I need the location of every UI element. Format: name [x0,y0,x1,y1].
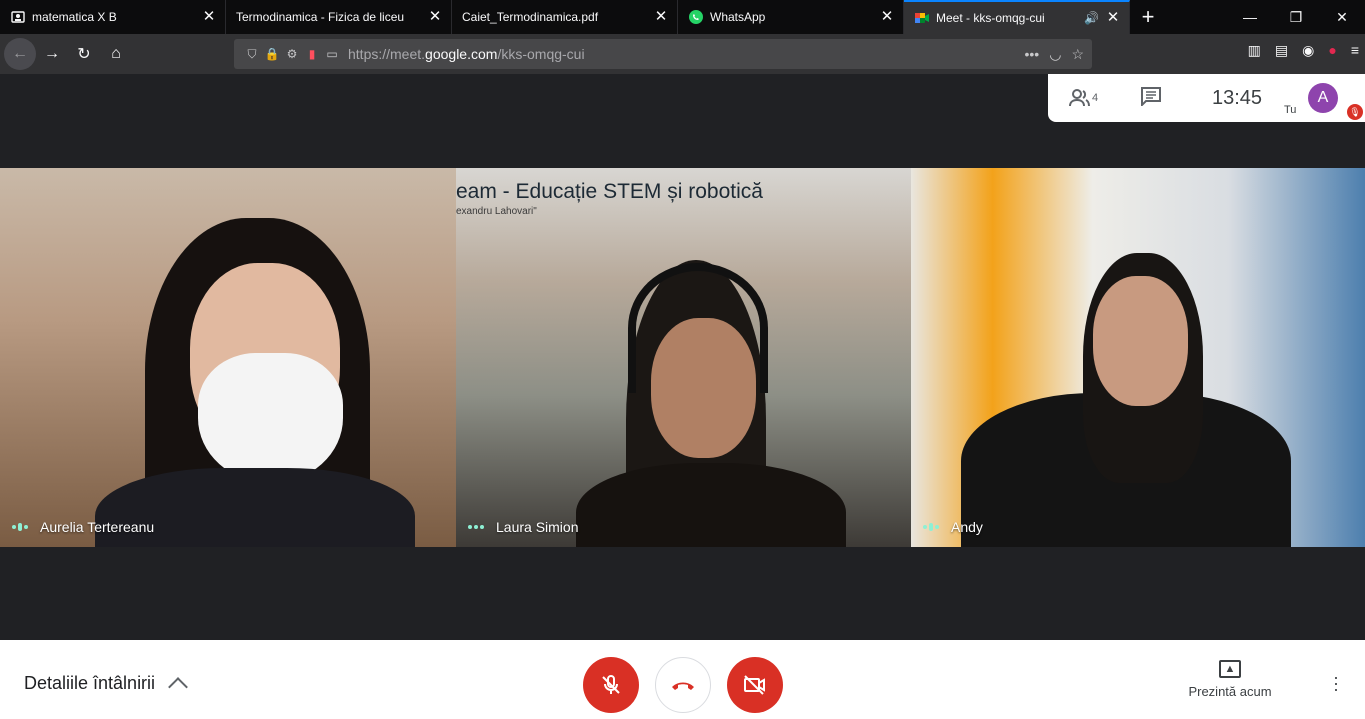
window-controls: — ❐ ✕ [1227,0,1365,34]
shield-icon[interactable]: ⛉ [242,47,262,62]
video-tile-laura[interactable]: eam - Educație STEM și robotică exandru … [456,168,911,547]
back-icon[interactable]: ← [4,38,36,70]
camera-blocked-icon[interactable]: ▭ [322,47,342,61]
speaking-indicator-icon [923,523,939,531]
tab-strip: matematica X B ✕ Termodinamica - Fizica … [0,0,1365,34]
speaking-indicator-icon [12,523,28,531]
lock-icon[interactable]: 🔒 [262,47,282,61]
background-banner-text: eam - Educație STEM și robotică [456,180,763,203]
minimize-icon[interactable]: — [1227,0,1273,34]
participants-count: 4 [1092,92,1099,104]
video-tile-aurelia[interactable]: Aurelia Tertereanu [0,168,456,547]
hang-up-icon [672,682,694,690]
close-icon[interactable]: ✕ [427,9,443,25]
page-actions-icon[interactable]: ••• [1025,46,1040,63]
new-tab-button[interactable]: + [1130,0,1166,34]
mic-off-icon: 🎙 [1347,104,1363,120]
tab-caiet-pdf[interactable]: Caiet_Termodinamica.pdf ✕ [452,0,678,34]
pocket-icon[interactable]: ◡ [1049,46,1061,63]
library-icon[interactable]: ▥ [1248,42,1261,59]
bookmark-star-icon[interactable]: ☆ [1071,46,1084,63]
menu-icon[interactable]: ≡ [1351,42,1359,59]
participant-body [576,463,846,547]
tab-whatsapp[interactable]: WhatsApp ✕ [678,0,904,34]
close-icon[interactable]: ✕ [879,9,895,25]
person-icon [10,9,26,25]
leave-call-button[interactable] [655,657,711,713]
participants-button[interactable]: 4 [1068,88,1108,108]
permissions-icon[interactable]: ⚙ [282,47,302,61]
tab-title: WhatsApp [710,10,766,24]
people-icon [1069,89,1090,107]
close-icon[interactable]: ✕ [1105,10,1121,26]
participant-name-label: Laura Simion [468,519,579,535]
meeting-info-box: 4 13:45 Tu A 🎙 [1048,74,1365,122]
extension-icon[interactable]: ● [1328,42,1336,59]
account-icon[interactable]: ◉ [1302,42,1314,59]
close-icon[interactable]: ✕ [653,9,669,25]
tab-title: matematica X B [32,10,117,24]
chevron-up-icon [168,676,188,697]
mic-off-icon [602,675,620,694]
face-mask [198,353,343,483]
url-bar[interactable]: ⛉ 🔒 ⚙ ▮ ▭ https://meet.google.com/kks-om… [234,39,1092,69]
tab-matematica[interactable]: matematica X B ✕ [0,0,226,34]
tab-meet[interactable]: Meet - kks-omqg-cui 🔊 ✕ [904,0,1130,34]
meeting-controls-bar: Detaliile întâlnirii ▲ Prezintă acum · · · [0,640,1365,719]
present-screen-icon: ▲ [1219,660,1241,678]
self-label: Tu [1284,104,1297,116]
tab-title: Termodinamica - Fizica de liceu [236,10,405,24]
meeting-details-label: Detaliile întâlnirii [24,673,156,693]
camera-toggle-button[interactable] [727,657,783,713]
meet-icon [914,10,930,26]
participant-name: Laura Simion [496,519,579,535]
mic-active-icon[interactable]: ▮ [302,47,322,61]
reload-icon[interactable]: ↻ [68,38,100,70]
participant-name: Andy [951,519,983,535]
close-icon[interactable]: ✕ [201,9,217,25]
whatsapp-icon [688,9,704,25]
more-options-icon[interactable]: · · · [1326,668,1346,698]
participant-name-label: Aurelia Tertereanu [12,519,154,535]
participant-name-label: Andy [923,519,983,535]
forward-icon[interactable]: → [36,38,68,70]
chat-icon [1141,86,1161,107]
meeting-details-button[interactable]: Detaliile întâlnirii [24,673,188,697]
restore-icon[interactable]: ❐ [1273,0,1319,34]
tab-title: Meet - kks-omqg-cui [936,11,1045,25]
avatar: A [1308,83,1338,113]
video-tile-andy[interactable]: Andy [911,168,1365,547]
chat-button[interactable] [1140,86,1180,111]
background-banner-subtext: exandru Lahovari" [456,206,537,217]
sidebar-icon[interactable]: ▤ [1275,42,1288,59]
present-now-label: Prezintă acum [1188,684,1272,699]
speaker-icon[interactable]: 🔊 [1084,11,1099,25]
self-view[interactable]: Tu A 🎙 [1282,74,1365,122]
url-text[interactable]: https://meet.google.com/kks-omqg-cui [348,46,585,62]
tab-termodinamica[interactable]: Termodinamica - Fizica de liceu ✕ [226,0,452,34]
participant-face [1093,276,1188,406]
present-now-button[interactable]: ▲ Prezintă acum [1180,660,1280,699]
video-grid: Aurelia Tertereanu eam - Educație STEM ș… [0,168,1365,547]
mic-toggle-button[interactable] [583,657,639,713]
headphones [628,263,768,393]
camera-off-icon [744,675,765,695]
nav-bar: ← → ↻ ⌂ ⛉ 🔒 ⚙ ▮ ▭ https://meet.google.co… [0,34,1365,74]
home-icon[interactable]: ⌂ [100,38,132,70]
meeting-clock: 13:45 [1212,86,1263,109]
participant-body [95,468,415,547]
tab-title: Caiet_Termodinamica.pdf [462,10,599,24]
window-close-icon[interactable]: ✕ [1319,0,1365,34]
speaking-indicator-icon [468,525,484,529]
participant-name: Aurelia Tertereanu [40,519,155,535]
